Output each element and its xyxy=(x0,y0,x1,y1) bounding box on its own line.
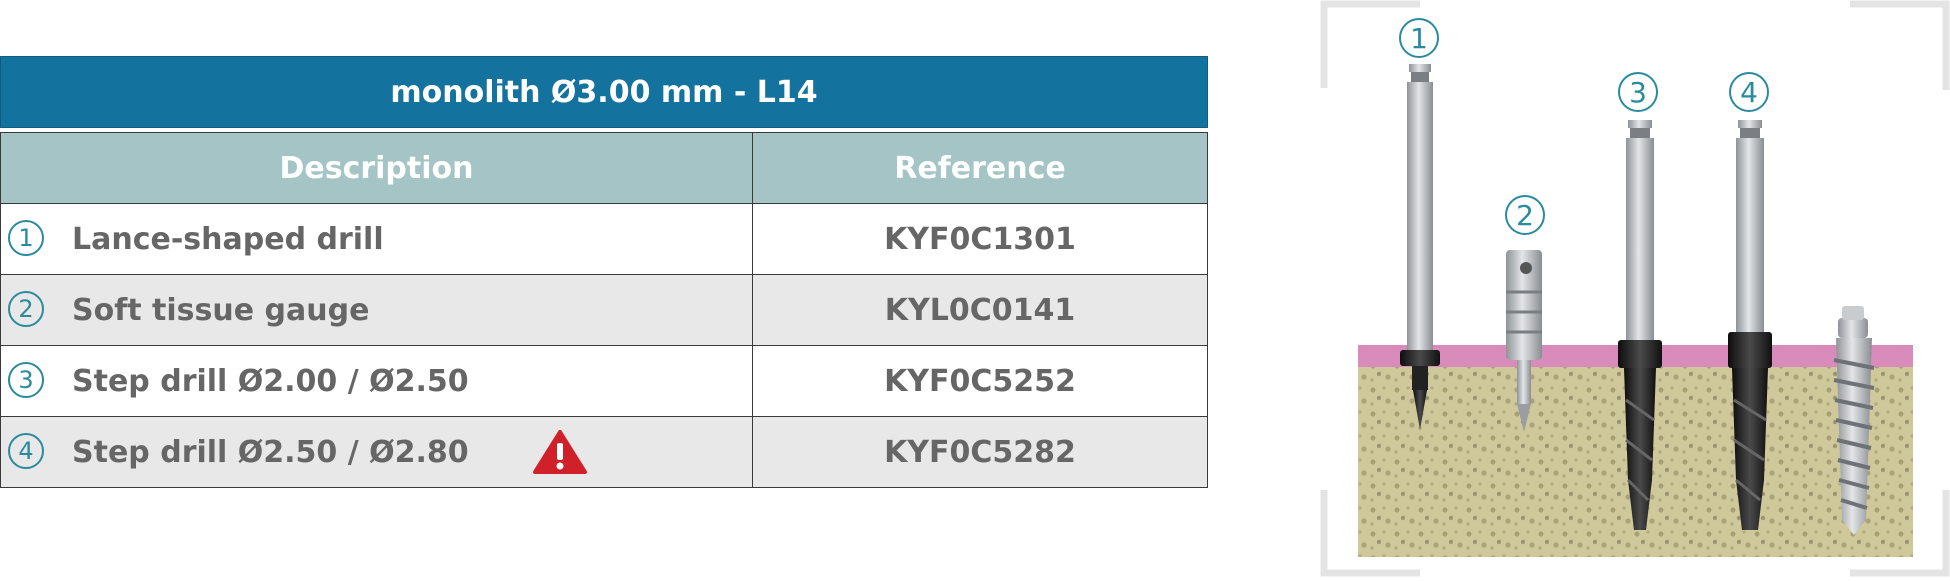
row-number-badge: 3 xyxy=(8,362,44,398)
table-row: 4 Step drill Ø2.50 / Ø2.80 KYF0C5282 xyxy=(0,416,1208,488)
row-number-badge: 4 xyxy=(8,433,44,469)
callout-4: 4 xyxy=(1729,72,1769,112)
description-text: Lance-shaped drill xyxy=(72,222,384,257)
warning-icon xyxy=(532,429,588,483)
callout-1: 1 xyxy=(1399,18,1439,58)
table-title: monolith Ø3.00 mm - L14 xyxy=(0,56,1208,128)
description-cell: 1 Lance-shaped drill xyxy=(0,203,753,275)
header-reference: Reference xyxy=(752,132,1208,204)
reference-cell: KYF0C5282 xyxy=(752,416,1208,488)
description-text: Step drill Ø2.50 / Ø2.80 xyxy=(72,435,469,470)
table-row: 1 Lance-shaped drill KYF0C1301 xyxy=(0,203,1208,275)
reference-cell: KYF0C5252 xyxy=(752,345,1208,417)
instrument-table: monolith Ø3.00 mm - L14 Description Refe… xyxy=(0,56,1208,488)
instrument-list: Description Reference 1 Lance-shaped dri… xyxy=(0,132,1208,488)
reference-cell: KYL0C0141 xyxy=(752,274,1208,346)
row-number-badge: 2 xyxy=(8,291,44,327)
table-row: 2 Soft tissue gauge KYL0C0141 xyxy=(0,274,1208,346)
description-text: Soft tissue gauge xyxy=(72,293,370,328)
header-description: Description xyxy=(0,132,753,204)
callout-2: 2 xyxy=(1505,195,1545,235)
description-cell: 2 Soft tissue gauge xyxy=(0,274,753,346)
row-number-badge: 1 xyxy=(8,220,44,256)
table-header-row: Description Reference xyxy=(0,132,1208,204)
callout-3: 3 xyxy=(1618,72,1658,112)
description-cell: 4 Step drill Ø2.50 / Ø2.80 xyxy=(0,416,753,488)
reference-cell: KYF0C1301 xyxy=(752,203,1208,275)
table-row: 3 Step drill Ø2.00 / Ø2.50 KYF0C5252 xyxy=(0,345,1208,417)
description-text: Step drill Ø2.00 / Ø2.50 xyxy=(72,364,469,399)
instrument-illustration: 1 2 3 4 xyxy=(1320,0,1950,577)
description-cell: 3 Step drill Ø2.00 / Ø2.50 xyxy=(0,345,753,417)
